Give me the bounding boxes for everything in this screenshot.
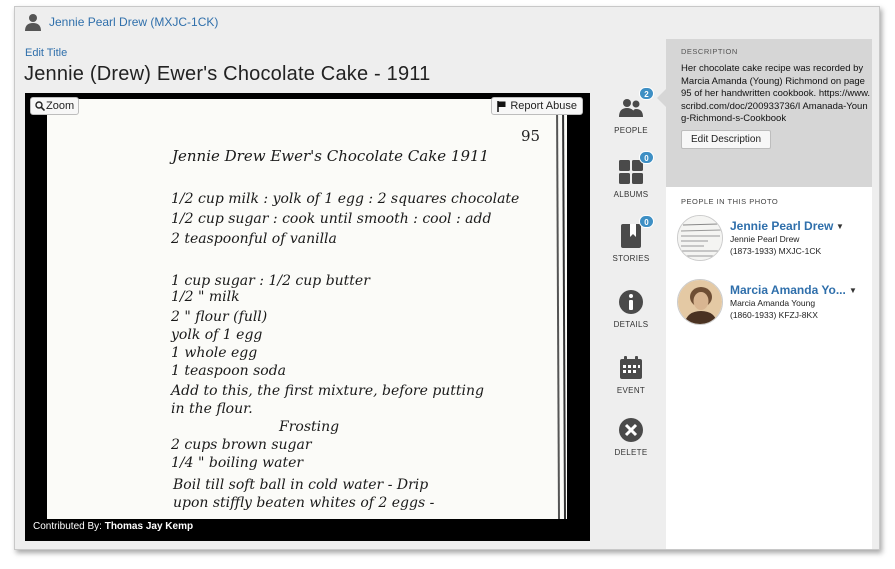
portrait-thumbnail xyxy=(678,280,722,324)
recipe-line: upon stiffly beaten whites of 2 eggs - xyxy=(173,495,435,511)
recipe-line: 1 teaspoon soda xyxy=(171,363,286,379)
people-icon xyxy=(619,99,643,117)
owner-link[interactable]: Jennie Pearl Drew (MXJC-1CK) xyxy=(49,15,218,29)
edit-description-button[interactable]: Edit Description xyxy=(681,129,772,149)
sidebar-stories-label: STORIES xyxy=(612,254,650,263)
calendar-icon xyxy=(620,356,642,379)
info-panel: DESCRIPTION Her chocolate cake recipe wa… xyxy=(657,39,872,549)
book-icon xyxy=(621,224,641,248)
person-entry[interactable]: Marcia Amanda Yo... ▼ Marcia Amanda Youn… xyxy=(677,279,867,329)
handwritten-recipe: 95 Jennie Drew Ewer's Chocolate Cake 191… xyxy=(169,99,566,519)
recipe-line: 2 teaspoonful of vanilla xyxy=(170,231,337,247)
sidebar-people-label: PEOPLE xyxy=(614,126,648,135)
edit-title-link[interactable]: Edit Title xyxy=(25,47,67,59)
report-abuse-button[interactable]: Report Abuse xyxy=(491,97,583,115)
report-abuse-label: Report Abuse xyxy=(510,100,577,112)
recipe-line: 1/2 " milk xyxy=(171,289,240,305)
recipe-line: 1/2 cup sugar : cook until smooth : cool… xyxy=(171,211,491,227)
sidebar-details[interactable]: DETAILS xyxy=(605,289,657,329)
person-details: Jennie Pearl Drew (1873-1933) MXJC-1CK xyxy=(730,234,821,257)
recipe-line: in the flour. xyxy=(171,401,253,417)
page-number: 95 xyxy=(521,127,540,145)
person-lifespan-id: (1873-1933) MXJC-1CK xyxy=(730,245,822,256)
avatar[interactable] xyxy=(677,215,723,261)
stories-count-badge: 0 xyxy=(639,215,654,228)
owner-row: Jennie Pearl Drew (MXJC-1CK) xyxy=(25,13,218,31)
caret-down-icon[interactable]: ▼ xyxy=(849,286,857,295)
zoom-label: Zoom xyxy=(46,100,75,112)
document-image: 95 Jennie Drew Ewer's Chocolate Cake 191… xyxy=(47,99,567,519)
caret-down-icon[interactable]: ▼ xyxy=(836,222,844,231)
recipe-line: 1 cup sugar : 1/2 cup butter xyxy=(171,273,371,289)
description-pointer xyxy=(657,89,666,107)
sidebar-event[interactable]: EVENT xyxy=(605,355,657,395)
photo-viewer[interactable]: 95 Jennie Drew Ewer's Chocolate Cake 191… xyxy=(25,93,590,541)
person-lifespan-id: (1860-1933) KFZJ-8KX xyxy=(730,309,818,320)
document-thumbnail xyxy=(678,216,722,260)
recipe-line: 1 whole egg xyxy=(171,345,257,361)
recipe-line: Boil till soft ball in cold water - Drip xyxy=(172,477,428,493)
info-icon xyxy=(619,290,643,314)
sidebar-stories[interactable]: 0 STORIES xyxy=(605,215,657,263)
zoom-button[interactable]: Zoom xyxy=(30,97,80,115)
recipe-line: Add to this, the first mixture, before p… xyxy=(169,383,484,399)
contributed-by: Contributed By: Thomas Jay Kemp xyxy=(33,521,193,532)
contributor-name: Thomas Jay Kemp xyxy=(104,521,194,532)
people-count-badge: 2 xyxy=(639,87,654,100)
person-details: Marcia Amanda Young (1860-1933) KFZJ-8KX xyxy=(730,298,818,321)
person-entry[interactable]: Jennie Pearl Drew ▼ Jennie Pearl Drew (1… xyxy=(677,215,867,265)
description-box: DESCRIPTION Her chocolate cake recipe wa… xyxy=(657,39,872,187)
people-in-photo-heading: PEOPLE IN THIS PHOTO xyxy=(681,197,779,206)
recipe-line: 1/4 " boiling water xyxy=(171,455,304,471)
recipe-line: 2 " flour (full) xyxy=(170,309,267,325)
recipe-line: Frosting xyxy=(278,419,339,435)
flag-icon xyxy=(497,100,506,112)
description-heading: DESCRIPTION xyxy=(681,47,738,56)
avatar[interactable] xyxy=(677,279,723,325)
delete-icon xyxy=(619,418,643,442)
sidebar-delete-label: DELETE xyxy=(614,448,648,457)
contributed-by-label: Contributed By: xyxy=(33,521,102,532)
person-full-name: Jennie Pearl Drew xyxy=(730,234,800,244)
person-name-link[interactable]: Marcia Amanda Yo... xyxy=(730,283,846,297)
albums-count-badge: 0 xyxy=(639,151,654,164)
person-name-link[interactable]: Jennie Pearl Drew xyxy=(730,219,833,233)
recipe-line: Jennie Drew Ewer's Chocolate Cake 1911 xyxy=(169,147,489,165)
photo-detail-window: Jennie Pearl Drew (MXJC-1CK) Edit Title … xyxy=(14,6,880,550)
description-text: Her chocolate cake recipe was recorded b… xyxy=(681,63,871,125)
person-full-name: Marcia Amanda Young xyxy=(730,298,816,308)
page-title: Jennie (Drew) Ewer's Chocolate Cake - 19… xyxy=(24,63,431,85)
sidebar-event-label: EVENT xyxy=(616,386,646,395)
sidebar-people[interactable]: 2 PEOPLE xyxy=(605,87,657,135)
recipe-line: yolk of 1 egg xyxy=(170,327,262,343)
person-icon xyxy=(25,14,41,31)
magnifier-icon xyxy=(35,101,45,111)
sidebar-delete[interactable]: DELETE xyxy=(605,417,657,457)
sidebar-details-label: DETAILS xyxy=(613,320,649,329)
recipe-line: 2 cups brown sugar xyxy=(170,437,313,453)
sidebar-albums[interactable]: 0 ALBUMS xyxy=(605,151,657,199)
recipe-line: 1/2 cup milk : yolk of 1 egg : 2 squares… xyxy=(171,191,519,207)
sidebar-albums-label: ALBUMS xyxy=(613,190,649,199)
albums-icon xyxy=(619,160,643,184)
